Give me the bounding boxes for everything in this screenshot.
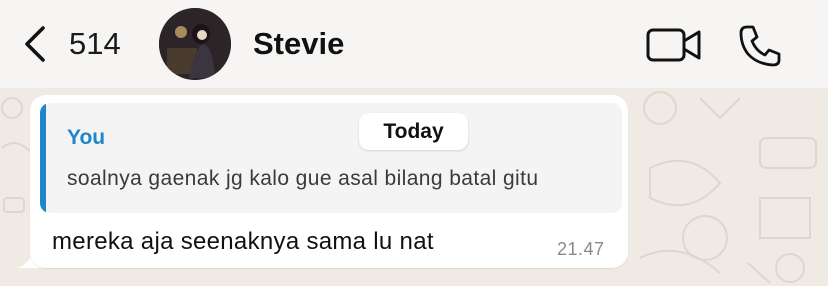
phone-icon (739, 25, 781, 67)
avatar-photo (159, 8, 231, 80)
chevron-left-icon (25, 26, 45, 62)
chat-header: 514 Stevie (0, 0, 828, 88)
video-camera-icon (646, 28, 701, 62)
contact-name[interactable]: Stevie (253, 24, 344, 64)
quote-text: soalnya gaenak jg kalo gue asal bilang b… (67, 167, 539, 190)
message-timestamp: 21.47 (557, 239, 605, 259)
video-call-button[interactable] (646, 27, 702, 63)
voice-call-button[interactable] (738, 24, 782, 68)
unread-count[interactable]: 514 (69, 24, 121, 64)
back-button[interactable] (22, 24, 56, 64)
message-text: mereka aja seenaknya sama lu nat (52, 228, 434, 255)
date-separator: Today (359, 113, 468, 150)
avatar[interactable] (159, 8, 231, 80)
quote-author: You (67, 126, 106, 149)
quoted-reply[interactable]: You soalnya gaenak jg kalo gue asal bila… (40, 103, 622, 213)
quote-accent-bar (40, 103, 46, 213)
